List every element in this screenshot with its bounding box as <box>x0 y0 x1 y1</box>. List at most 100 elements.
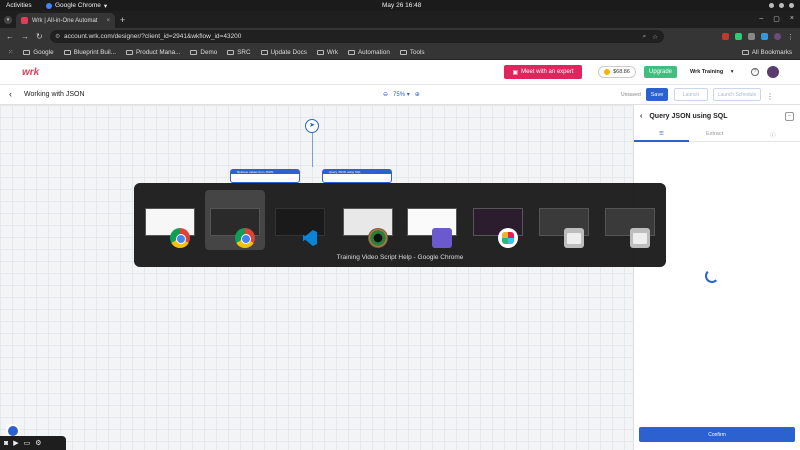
forward-arrow-icon[interactable]: → <box>21 32 29 41</box>
video-icon[interactable]: ▶ <box>13 439 18 447</box>
system-tray[interactable] <box>769 3 794 8</box>
chevron-down-icon: ▾ <box>730 69 734 75</box>
bookmark-star-icon[interactable]: ☆ <box>652 33 658 41</box>
chrome-small-icon <box>46 2 52 9</box>
clock[interactable]: May 26 16:48 <box>382 2 421 9</box>
browser-toolbar: ← → ↻ ⚙ account.wrk.com/designer/?client… <box>0 28 800 45</box>
chrome-icon <box>235 228 255 248</box>
extension-icon[interactable] <box>722 33 729 40</box>
bookmark-item[interactable]: Wrk <box>316 48 338 56</box>
bookmark-item[interactable]: Product Mana... <box>125 49 180 56</box>
back-arrow-icon[interactable]: ← <box>6 32 14 41</box>
help-icon[interactable]: ? <box>751 68 759 76</box>
bookmarks-bar: ⁙ Google Blueprint Buil... Product Mana.… <box>0 45 800 60</box>
app-menu[interactable]: Google Chrome ▾ <box>46 2 107 10</box>
workflow-node[interactable]: Retrieve values from JSON <box>230 169 300 183</box>
power-icon <box>789 3 794 8</box>
user-avatar[interactable] <box>767 66 779 78</box>
reload-icon[interactable]: ↻ <box>36 32 43 41</box>
apps-grid-icon[interactable]: ⁙ <box>8 49 13 56</box>
launch-button[interactable]: Launch <box>674 88 708 101</box>
folder-icon <box>347 49 355 55</box>
tab-title: Wrk | All-in-One Automat <box>32 17 98 24</box>
info-icon[interactable]: ⓘ <box>770 131 776 139</box>
save-button[interactable]: Save <box>646 88 668 101</box>
extensions-area: ⋮ <box>722 33 794 41</box>
save-status: Unsaved <box>621 92 641 98</box>
meet-expert-button[interactable]: ▣ Meet with an expert <box>504 65 582 79</box>
address-bar[interactable]: ⚙ account.wrk.com/designer/?client_id=29… <box>50 30 664 43</box>
workspace-label: Wrk Training <box>690 69 724 75</box>
close-tab-icon[interactable]: × <box>106 18 110 24</box>
rocket-icon[interactable]: ➤ <box>305 119 319 133</box>
tab-extract[interactable]: Extract <box>706 131 723 137</box>
switcher-window[interactable] <box>402 190 462 250</box>
bookmark-item[interactable]: Blueprint Buil... <box>63 48 116 56</box>
folder-icon <box>399 49 407 55</box>
maximize-icon[interactable]: ▢ <box>773 15 780 23</box>
workflow-title[interactable]: Working with JSON <box>24 91 85 98</box>
bookmark-label: SRC <box>237 48 251 56</box>
back-chevron-icon[interactable]: ‹ <box>640 113 642 120</box>
workspace-selector[interactable]: Wrk Training ▾ <box>690 69 734 75</box>
site-info-icon[interactable]: ⚙ <box>55 33 60 40</box>
all-bookmarks[interactable]: All Bookmarks <box>741 49 792 56</box>
bookmark-label: Tools <box>409 48 425 56</box>
switcher-window[interactable] <box>140 190 200 250</box>
upgrade-button[interactable]: Upgrade <box>644 66 677 78</box>
bookmark-item[interactable]: Google <box>23 48 54 56</box>
more-menu-icon[interactable]: ⋮ <box>787 33 794 41</box>
workflow-node[interactable]: Query JSON using SQL <box>322 169 392 183</box>
bookmark-label: Wrk <box>326 48 338 56</box>
folder-icon <box>190 49 198 55</box>
back-chevron-icon[interactable]: ‹ <box>9 89 12 99</box>
more-options-icon[interactable]: ⋮ <box>766 92 774 101</box>
tab-search-icon[interactable]: ▾ <box>4 16 12 24</box>
window-controls: – ▢ × <box>759 15 794 23</box>
close-window-icon[interactable]: × <box>790 15 794 23</box>
switcher-window[interactable] <box>468 190 528 250</box>
zoom-control: ⊖ 75% ▾ ⊕ <box>383 91 420 98</box>
bookmark-label: Google <box>33 48 54 56</box>
close-panel-icon[interactable]: – <box>785 112 794 121</box>
search-icon[interactable]: ⌕ <box>643 33 647 41</box>
switcher-window[interactable] <box>270 190 330 250</box>
gear-icon[interactable]: ⚙ <box>35 439 41 447</box>
bookmark-label: Blueprint Buil... <box>73 48 116 56</box>
activities-button[interactable]: Activities <box>6 2 32 9</box>
panel-tabs: ☰ Extract ⓘ <box>634 128 800 142</box>
bookmark-label: Update Docs <box>270 48 307 56</box>
zoom-out-icon[interactable]: ⊖ <box>383 91 388 98</box>
folder-icon <box>227 49 235 55</box>
switcher-window[interactable] <box>600 190 660 250</box>
bookmark-item[interactable]: SRC <box>227 48 251 56</box>
extension-icon[interactable] <box>748 33 755 40</box>
credit-balance[interactable]: $68.86 <box>598 66 636 78</box>
switcher-window[interactable] <box>338 190 398 250</box>
extension-icon[interactable] <box>735 33 742 40</box>
bookmark-item[interactable]: Update Docs <box>260 48 307 56</box>
workflow-canvas[interactable]: ➤ Retrieve values from JSON Query JSON u… <box>0 105 634 450</box>
launch-schedule-button[interactable]: Launch Schedule <box>713 88 761 101</box>
browser-tab-strip: ▾ Wrk | All-in-One Automat × + – ▢ × <box>0 11 800 28</box>
bookmark-item[interactable]: Demo <box>190 49 217 56</box>
profile-avatar-icon[interactable] <box>774 33 781 40</box>
zoom-level[interactable]: 75% ▾ <box>393 91 410 98</box>
browser-tab-active[interactable]: Wrk | All-in-One Automat × <box>16 13 115 28</box>
tab-inputs[interactable]: ☰ <box>634 128 689 142</box>
new-tab-icon[interactable]: + <box>120 15 125 25</box>
minimize-icon[interactable]: – <box>759 15 763 23</box>
bookmark-item[interactable]: Automation <box>347 49 390 56</box>
switcher-window-selected[interactable] <box>205 190 265 250</box>
confirm-button[interactable]: Confirm <box>639 427 795 442</box>
switcher-window[interactable] <box>534 190 594 250</box>
launch-label: Launch <box>682 91 700 98</box>
zoom-in-icon[interactable]: ⊕ <box>415 91 420 98</box>
wrk-logo[interactable]: wrk <box>22 67 39 78</box>
extension-icon[interactable] <box>761 33 768 40</box>
screen-icon[interactable]: ▭ <box>24 439 31 447</box>
camera-icon[interactable]: ◙ <box>4 440 8 447</box>
folder-icon <box>125 49 133 55</box>
app-header: wrk ▣ Meet with an expert $68.86 Upgrade… <box>0 60 800 85</box>
bookmark-item[interactable]: Tools <box>399 48 425 56</box>
